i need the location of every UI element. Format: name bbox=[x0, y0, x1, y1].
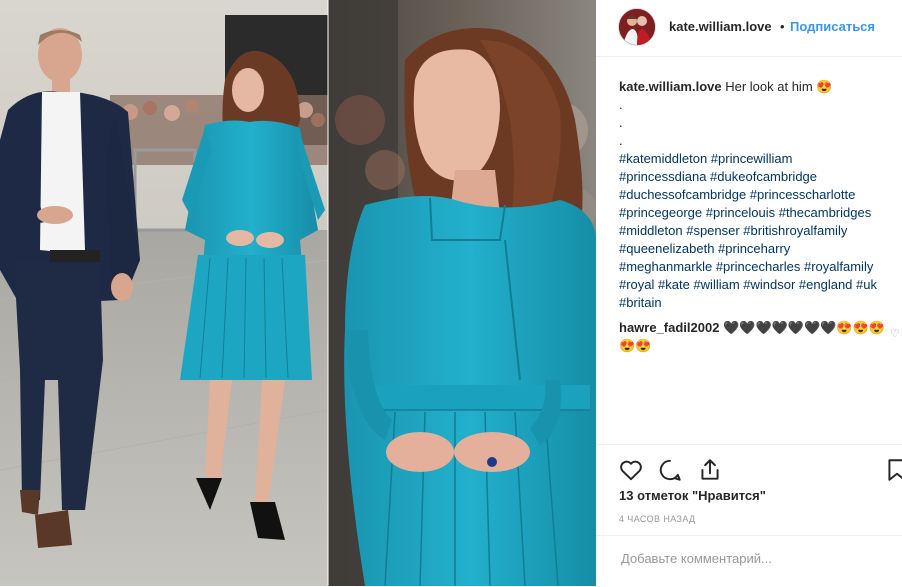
post-photo[interactable] bbox=[0, 0, 596, 586]
header-username-link[interactable]: kate.william.love bbox=[669, 19, 772, 34]
caption-dot-line: . bbox=[619, 133, 623, 148]
caption-dot-line: . bbox=[619, 115, 623, 130]
avatar-image bbox=[619, 9, 655, 45]
likes-count[interactable]: 13 отметок "Нравится" bbox=[619, 488, 766, 503]
post-header: kate.william.love • Подписаться bbox=[596, 0, 902, 57]
hashtag-line[interactable]: #duchessofcambridge #princesscharlotte bbox=[619, 186, 902, 204]
caption: kate.william.love Her look at him 😍 . . … bbox=[619, 78, 902, 312]
photo-collage bbox=[0, 0, 596, 586]
comment-text-continued: 😍😍 bbox=[619, 338, 652, 353]
hashtag-line[interactable]: #queenelizabeth #princeharry bbox=[619, 240, 902, 258]
separator-dot: • bbox=[780, 19, 785, 34]
comment-item: hawre_fadil2002 🖤🖤🖤🖤🖤🖤🖤😍😍😍 😍😍 bbox=[619, 319, 902, 355]
comment-username-link[interactable]: hawre_fadil2002 bbox=[619, 320, 719, 335]
bookmark-icon[interactable] bbox=[884, 457, 902, 483]
hashtag-line[interactable]: #katemiddleton #princewilliam bbox=[619, 150, 902, 168]
add-comment-input[interactable] bbox=[619, 550, 883, 567]
heart-icon[interactable] bbox=[618, 457, 644, 483]
hashtag-line[interactable]: #britain bbox=[619, 294, 902, 312]
hashtag-line[interactable]: #royal #kate #william #windsor #england … bbox=[619, 276, 902, 294]
hashtag-line[interactable]: #princegeorge #princelouis #thecambridge… bbox=[619, 204, 902, 222]
comment-first-line: hawre_fadil2002 🖤🖤🖤🖤🖤🖤🖤😍😍😍 bbox=[619, 319, 902, 337]
caption-text: Her look at him 😍 bbox=[725, 79, 833, 94]
add-comment-area bbox=[596, 535, 902, 587]
share-icon[interactable] bbox=[697, 457, 723, 483]
right-photo bbox=[328, 0, 596, 586]
caption-first-line: kate.william.love Her look at him 😍 bbox=[619, 78, 902, 96]
comment-like-heart-icon[interactable]: ♡ bbox=[890, 327, 900, 340]
caption-dot-line: . bbox=[619, 97, 623, 112]
hashtag-line[interactable]: #middleton #spenser #britishroyalfamily bbox=[619, 222, 902, 240]
hashtag-line[interactable]: #princessdiana #dukeofcambridge bbox=[619, 168, 902, 186]
avatar[interactable] bbox=[618, 8, 656, 46]
follow-button[interactable]: Подписаться bbox=[790, 19, 875, 34]
left-photo bbox=[0, 0, 329, 586]
hashtag-line[interactable]: #meghanmarkle #princecharles #royalfamil… bbox=[619, 258, 902, 276]
comment-text: 🖤🖤🖤🖤🖤🖤🖤😍😍😍 bbox=[723, 320, 885, 335]
post-timestamp[interactable]: 4 ЧАСОВ НАЗАД bbox=[619, 514, 696, 524]
post-side-panel: kate.william.love • Подписаться kate.wil… bbox=[596, 0, 902, 586]
caption-username-link[interactable]: kate.william.love bbox=[619, 79, 722, 94]
comment-icon[interactable] bbox=[657, 457, 683, 483]
